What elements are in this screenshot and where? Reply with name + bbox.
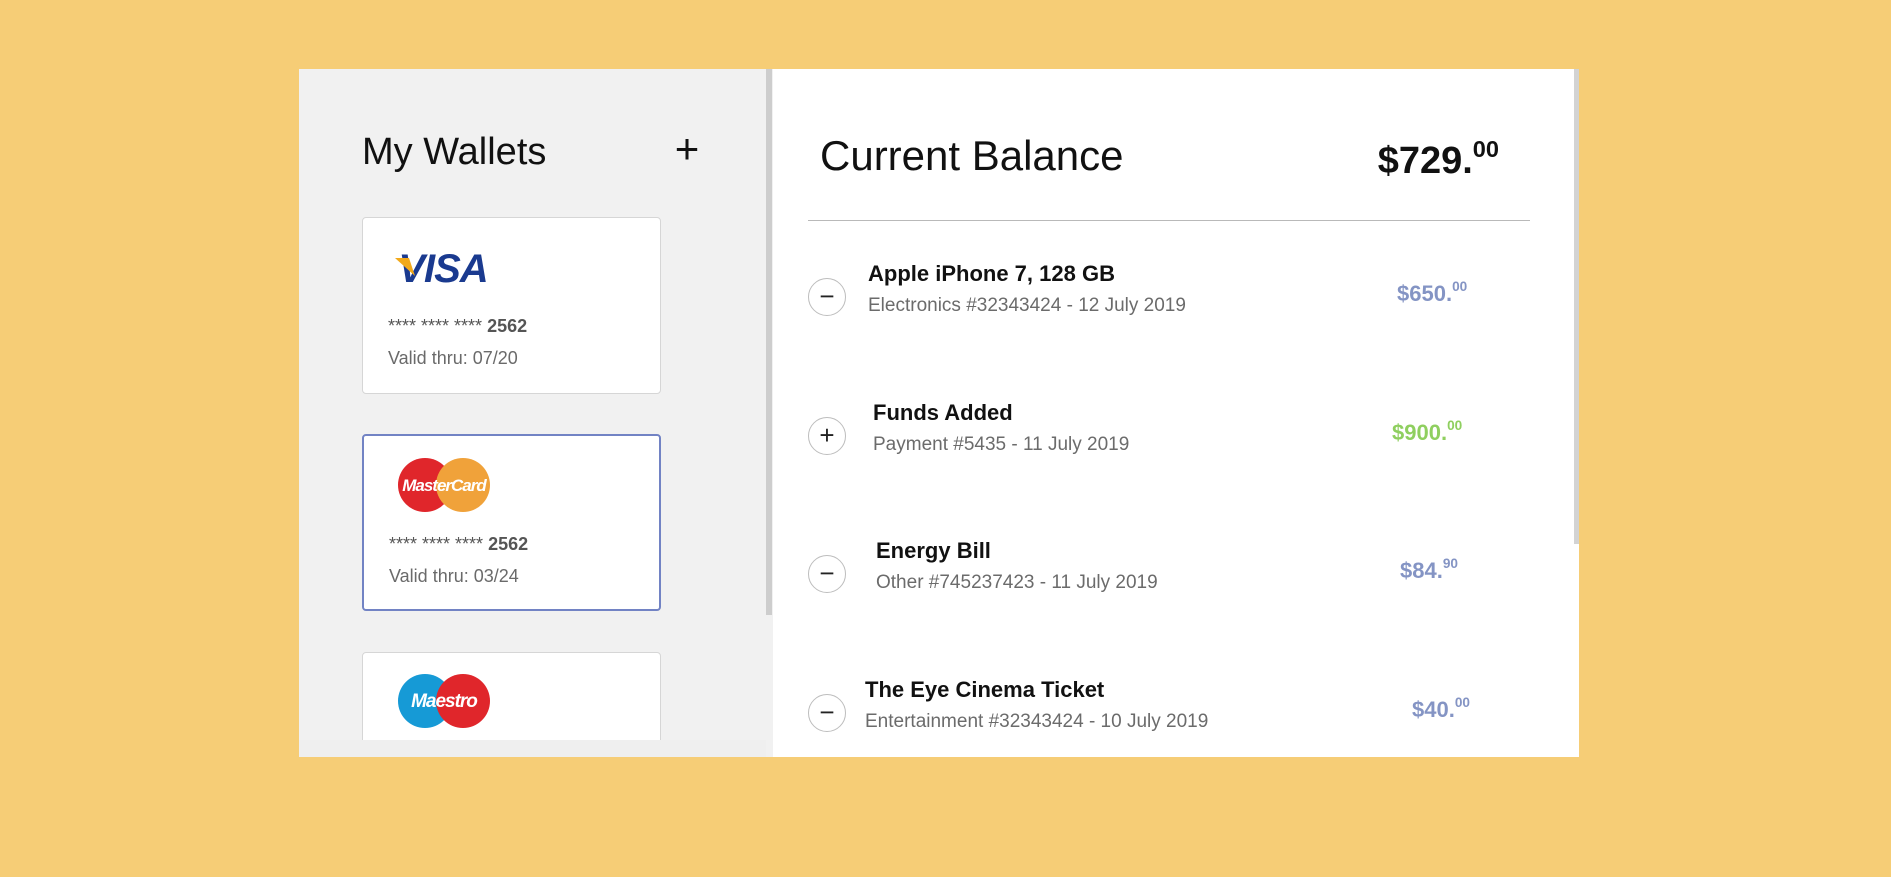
transaction-title: Energy Bill <box>876 538 991 563</box>
minus-icon[interactable]: − <box>808 555 846 593</box>
transaction-amount-cents: 90 <box>1442 555 1458 571</box>
card-number-last4: 2562 <box>487 316 528 336</box>
card-number-mask: **** **** **** <box>388 316 483 336</box>
balance-amount: $729.00 <box>1377 136 1499 183</box>
transaction-amount: $900.00 <box>1392 417 1463 446</box>
transaction-subtitle: Entertainment #32343424 - 10 July 2019 <box>865 711 1209 732</box>
wallets-title: My Wallets <box>362 131 547 173</box>
card-number-last4: 2562 <box>488 534 529 554</box>
wallet-card-maestro[interactable]: Maestro <box>362 652 661 740</box>
transaction-amount-main: $900. <box>1392 420 1448 445</box>
card-number: **** **** **** 2562 <box>388 316 527 337</box>
transaction-amount: $84.90 <box>1400 555 1458 584</box>
plus-icon[interactable]: + <box>808 417 846 455</box>
transaction-title: Apple iPhone 7, 128 GB <box>868 261 1115 286</box>
card-number: **** **** **** 2562 <box>389 534 528 555</box>
card-valid-thru: Valid thru: 07/20 <box>388 348 518 368</box>
transaction-amount-main: $650. <box>1397 281 1453 306</box>
transaction-title: The Eye Cinema Ticket <box>865 677 1105 702</box>
minus-icon[interactable]: − <box>808 694 846 732</box>
transaction-subtitle: Electronics #32343424 - 12 July 2019 <box>868 295 1186 316</box>
transaction-title: Funds Added <box>873 400 1013 425</box>
transaction-amount-cents: 00 <box>1452 278 1468 294</box>
transaction-row[interactable]: − Apple iPhone 7, 128 GB Electronics #32… <box>808 261 1508 331</box>
transaction-amount-main: $84. <box>1400 558 1443 583</box>
balance-amount-cents: 00 <box>1472 136 1499 163</box>
transaction-amount-cents: 00 <box>1454 694 1470 710</box>
transaction-amount: $40.00 <box>1412 694 1470 723</box>
wallet-card-mastercard[interactable]: MasterCard **** **** **** 2562 Valid thr… <box>362 434 661 611</box>
minus-icon[interactable]: − <box>808 278 846 316</box>
add-wallet-button[interactable]: + <box>667 128 707 170</box>
balance-divider <box>808 220 1530 221</box>
card-valid-thru: Valid thru: 03/24 <box>389 566 519 586</box>
wallets-panel: My Wallets + VISA **** **** **** 2562 Va… <box>299 69 766 740</box>
visa-logo: VISA <box>393 247 497 293</box>
wallets-bottom-strip <box>299 740 766 757</box>
balance-amount-main: $729. <box>1377 140 1473 182</box>
maestro-logo: Maestro <box>398 673 490 734</box>
mastercard-logo: MasterCard <box>398 457 490 518</box>
mastercard-logo-text: MasterCard <box>402 476 487 495</box>
transaction-row[interactable]: − The Eye Cinema Ticket Entertainment #3… <box>808 677 1508 747</box>
transaction-amount: $650.00 <box>1397 278 1468 307</box>
transactions-scrollbar-thumb[interactable] <box>1574 69 1579 544</box>
wallets-scrollbar-thumb[interactable] <box>766 69 772 615</box>
transaction-amount-main: $40. <box>1412 697 1455 722</box>
transaction-row[interactable]: − Energy Bill Other #745237423 - 11 July… <box>808 538 1508 608</box>
balance-title: Current Balance <box>820 132 1124 179</box>
maestro-logo-text: Maestro <box>411 691 477 712</box>
wallet-card-visa[interactable]: VISA **** **** **** 2562 Valid thru: 07/… <box>362 217 661 394</box>
transaction-amount-cents: 00 <box>1447 417 1463 433</box>
card-number-mask: **** **** **** <box>389 534 484 554</box>
wallet-app: My Wallets + VISA **** **** **** 2562 Va… <box>299 69 1579 757</box>
transaction-subtitle: Payment #5435 - 11 July 2019 <box>873 434 1130 455</box>
transaction-row[interactable]: + Funds Added Payment #5435 - 11 July 20… <box>808 400 1508 470</box>
transaction-subtitle: Other #745237423 - 11 July 2019 <box>876 572 1158 593</box>
